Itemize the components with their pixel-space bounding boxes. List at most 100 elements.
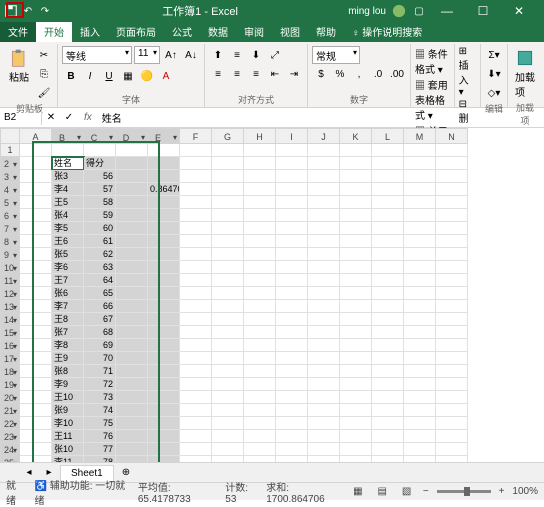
cell[interactable] xyxy=(20,404,52,417)
cell[interactable] xyxy=(308,209,340,222)
col-header[interactable]: I xyxy=(276,128,308,144)
font-name-select[interactable]: 等线 xyxy=(62,46,132,64)
cell[interactable] xyxy=(372,378,404,391)
cell[interactable] xyxy=(276,443,308,456)
cell[interactable] xyxy=(404,157,436,170)
cell[interactable] xyxy=(436,352,468,365)
cell[interactable] xyxy=(212,339,244,352)
indent-dec-icon[interactable]: ⇤ xyxy=(266,65,284,83)
cell[interactable] xyxy=(436,326,468,339)
orientation-icon[interactable]: ⤢ xyxy=(266,46,284,64)
cell[interactable] xyxy=(340,222,372,235)
cell[interactable] xyxy=(276,196,308,209)
cell[interactable] xyxy=(372,261,404,274)
row-header[interactable]: 9 xyxy=(0,248,20,261)
cell[interactable] xyxy=(244,430,276,443)
cell[interactable] xyxy=(244,222,276,235)
cell[interactable]: 姓名 xyxy=(52,157,84,170)
cell[interactable] xyxy=(436,300,468,313)
cell[interactable] xyxy=(404,326,436,339)
cell[interactable] xyxy=(116,183,148,196)
cell[interactable] xyxy=(308,339,340,352)
cell[interactable] xyxy=(180,183,212,196)
cell[interactable]: 70 xyxy=(84,352,116,365)
cell[interactable] xyxy=(148,209,180,222)
cell[interactable] xyxy=(340,417,372,430)
cell[interactable] xyxy=(20,352,52,365)
row-header[interactable]: 11 xyxy=(0,274,20,287)
row-header[interactable]: 4 xyxy=(0,183,20,196)
indent-inc-icon[interactable]: ⇥ xyxy=(285,65,303,83)
cell[interactable] xyxy=(308,378,340,391)
cell[interactable]: 63 xyxy=(84,261,116,274)
cell[interactable] xyxy=(148,443,180,456)
cell[interactable] xyxy=(340,170,372,183)
cell[interactable] xyxy=(436,404,468,417)
row-header[interactable]: 14 xyxy=(0,313,20,326)
row-header[interactable]: 19 xyxy=(0,378,20,391)
cell[interactable] xyxy=(180,443,212,456)
cell[interactable] xyxy=(212,261,244,274)
cell[interactable] xyxy=(148,248,180,261)
cell[interactable] xyxy=(436,313,468,326)
cell[interactable] xyxy=(308,222,340,235)
cell[interactable] xyxy=(148,300,180,313)
cell[interactable] xyxy=(244,339,276,352)
cell[interactable] xyxy=(372,235,404,248)
cell[interactable] xyxy=(20,300,52,313)
cell[interactable] xyxy=(308,417,340,430)
cell[interactable] xyxy=(276,391,308,404)
fx-confirm-icon[interactable]: ✓ xyxy=(60,109,78,127)
row-header[interactable]: 10 xyxy=(0,261,20,274)
cell[interactable] xyxy=(212,443,244,456)
currency-icon[interactable]: $ xyxy=(312,65,330,83)
cell[interactable]: 张10 xyxy=(52,443,84,456)
fx-cancel-icon[interactable]: ✕ xyxy=(42,109,60,127)
cell[interactable] xyxy=(436,183,468,196)
italic-icon[interactable]: I xyxy=(81,67,99,85)
cell[interactable] xyxy=(340,209,372,222)
cell[interactable] xyxy=(212,287,244,300)
cell[interactable] xyxy=(276,404,308,417)
cell[interactable] xyxy=(20,261,52,274)
cell[interactable]: 李7 xyxy=(52,300,84,313)
cell[interactable]: 王10 xyxy=(52,391,84,404)
cell[interactable] xyxy=(372,287,404,300)
row-header[interactable]: 5 xyxy=(0,196,20,209)
fx-icon[interactable]: fx xyxy=(78,112,98,123)
cell[interactable]: 62 xyxy=(84,248,116,261)
cell[interactable] xyxy=(308,404,340,417)
font-color-icon[interactable]: A xyxy=(157,67,175,85)
cell[interactable] xyxy=(52,144,84,157)
cell[interactable] xyxy=(404,222,436,235)
cell[interactable] xyxy=(116,378,148,391)
cell[interactable] xyxy=(436,157,468,170)
cell[interactable] xyxy=(340,443,372,456)
name-box[interactable]: B2 xyxy=(0,110,42,125)
cell[interactable] xyxy=(212,235,244,248)
cell[interactable] xyxy=(148,170,180,183)
border-icon[interactable]: ▦ xyxy=(119,67,137,85)
cell[interactable] xyxy=(116,300,148,313)
cell[interactable] xyxy=(276,365,308,378)
select-all-corner[interactable] xyxy=(0,128,20,144)
cell[interactable] xyxy=(276,313,308,326)
cell[interactable] xyxy=(372,300,404,313)
cell[interactable] xyxy=(180,352,212,365)
cell[interactable] xyxy=(180,430,212,443)
cell[interactable]: 67 xyxy=(84,313,116,326)
cell[interactable] xyxy=(244,183,276,196)
row-header[interactable]: 20 xyxy=(0,391,20,404)
cell[interactable] xyxy=(404,365,436,378)
cell[interactable] xyxy=(436,235,468,248)
percent-icon[interactable]: % xyxy=(331,65,349,83)
cell[interactable] xyxy=(372,274,404,287)
col-header[interactable]: B xyxy=(52,128,84,144)
worksheet[interactable]: 1234567891011121314151617181920212223242… xyxy=(0,128,544,482)
cell[interactable] xyxy=(340,404,372,417)
align-middle-icon[interactable]: ≡ xyxy=(228,46,246,64)
clear-icon[interactable]: ◇▾ xyxy=(485,84,503,102)
cell[interactable]: 69 xyxy=(84,339,116,352)
cell[interactable] xyxy=(308,261,340,274)
cell[interactable] xyxy=(436,274,468,287)
